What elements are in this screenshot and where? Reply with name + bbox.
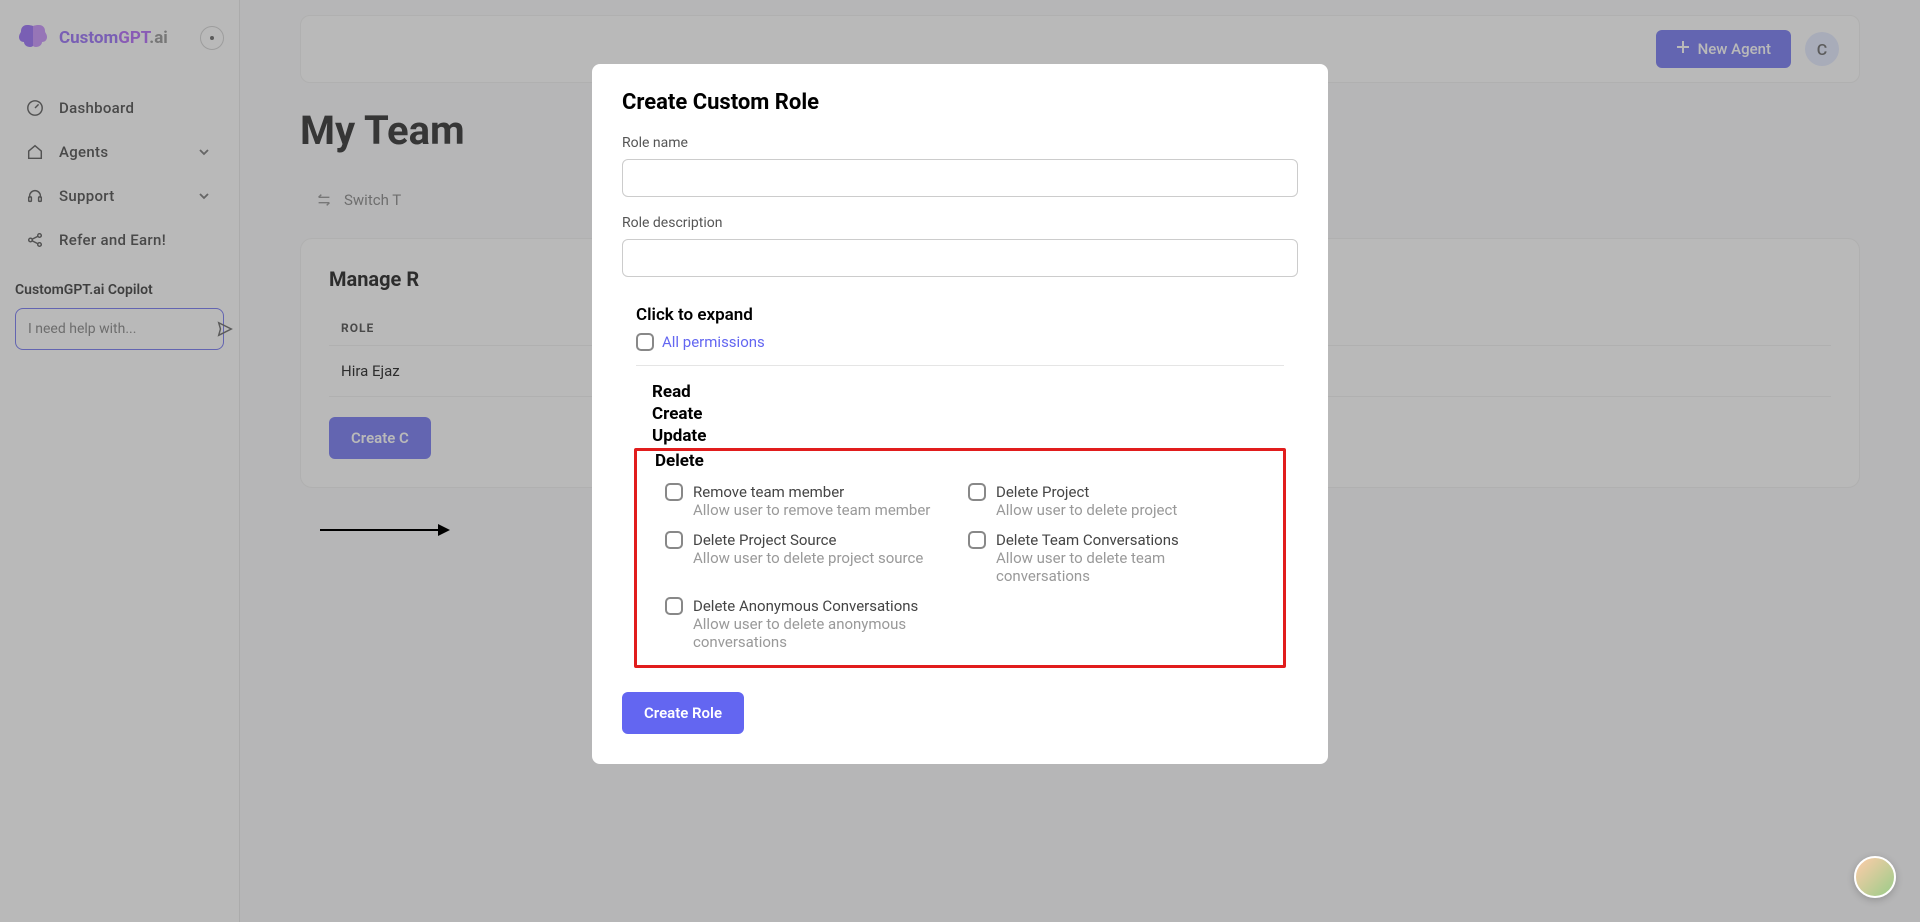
perm-desc: Allow user to remove team member — [693, 501, 930, 519]
highlighted-delete-section: Delete Remove team member Allow user to … — [634, 448, 1286, 668]
role-name-input[interactable] — [622, 159, 1298, 197]
section-delete[interactable]: Delete — [637, 451, 1283, 471]
checkbox-icon[interactable] — [665, 531, 683, 549]
role-name-label: Role name — [622, 135, 1298, 151]
section-update[interactable]: Update — [636, 426, 1284, 446]
perm-desc: Allow user to delete project source — [693, 549, 923, 567]
role-description-input[interactable] — [622, 239, 1298, 277]
role-description-label: Role description — [622, 215, 1298, 231]
create-role-submit-button[interactable]: Create Role — [622, 692, 744, 734]
annotation-arrow — [320, 520, 450, 540]
divider — [636, 365, 1284, 366]
section-create[interactable]: Create — [636, 404, 1284, 424]
perm-title: Delete Project Source — [693, 531, 923, 549]
perm-delete-project-source[interactable]: Delete Project Source Allow user to dele… — [665, 531, 952, 585]
perm-remove-team-member[interactable]: Remove team member Allow user to remove … — [665, 483, 952, 519]
create-role-modal: Create Custom Role Role name Role descri… — [592, 64, 1328, 764]
all-permissions-checkbox-row[interactable]: All permissions — [636, 333, 1284, 351]
perm-delete-anonymous-conversations[interactable]: Delete Anonymous Conversations Allow use… — [665, 597, 952, 651]
perm-desc: Allow user to delete project — [996, 501, 1177, 519]
perm-title: Remove team member — [693, 483, 930, 501]
perm-delete-project[interactable]: Delete Project Allow user to delete proj… — [968, 483, 1255, 519]
perm-desc: Allow user to delete anonymous conversat… — [693, 615, 952, 651]
help-chat-bubble[interactable] — [1854, 856, 1896, 898]
checkbox-icon[interactable] — [636, 333, 654, 351]
checkbox-icon[interactable] — [665, 597, 683, 615]
checkbox-icon[interactable] — [665, 483, 683, 501]
perm-title: Delete Project — [996, 483, 1177, 501]
perm-desc: Allow user to delete team conversations — [996, 549, 1255, 585]
checkbox-icon[interactable] — [968, 531, 986, 549]
section-read[interactable]: Read — [636, 382, 1284, 402]
expand-heading[interactable]: Click to expand — [636, 305, 1284, 325]
modal-title: Create Custom Role — [622, 90, 1298, 115]
all-permissions-label: All permissions — [662, 333, 765, 351]
checkbox-icon[interactable] — [968, 483, 986, 501]
perm-delete-team-conversations[interactable]: Delete Team Conversations Allow user to … — [968, 531, 1255, 585]
modal-overlay[interactable]: Create Custom Role Role name Role descri… — [0, 0, 1920, 922]
perm-title: Delete Anonymous Conversations — [693, 597, 952, 615]
perm-title: Delete Team Conversations — [996, 531, 1255, 549]
